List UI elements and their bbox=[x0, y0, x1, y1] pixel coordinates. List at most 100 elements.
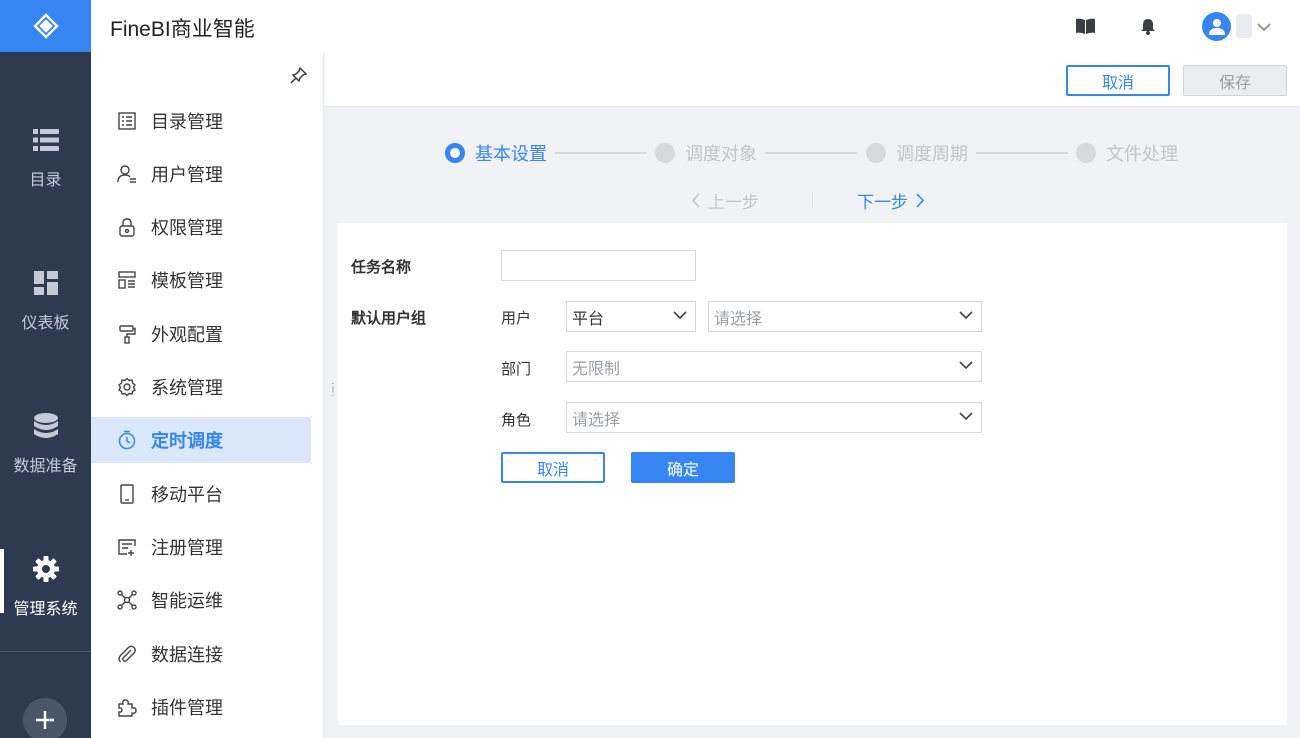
paint-roller-icon bbox=[119, 325, 136, 344]
step-1-label[interactable]: 基本设置 bbox=[475, 140, 547, 166]
next-step-button[interactable]: 下一步 bbox=[857, 188, 925, 213]
basic-settings-form: 任务名称 默认用户组 用户 平台 请选择 部门 无限制 角色 请选择 取消 确定 bbox=[338, 223, 1287, 725]
step-3-label[interactable]: 调度周期 bbox=[896, 140, 968, 166]
sidebar-item-system[interactable]: 系统管理 bbox=[91, 364, 311, 410]
sidebar-item-label: 外观配置 bbox=[151, 325, 223, 345]
chevron-down-icon[interactable] bbox=[1257, 19, 1271, 37]
sidebar-item-label: 定时调度 bbox=[151, 431, 223, 451]
rail-item-dashboard[interactable]: 仪表板 bbox=[0, 243, 91, 353]
sidebar-item-label: 移动平台 bbox=[151, 485, 223, 505]
cancel-button[interactable]: 取消 bbox=[1066, 65, 1170, 96]
prev-step-button[interactable]: 上一步 bbox=[691, 188, 759, 213]
puzzle-icon bbox=[118, 699, 137, 717]
save-button[interactable]: 保存 bbox=[1183, 65, 1287, 96]
dashboard-icon bbox=[33, 267, 58, 299]
avatar[interactable] bbox=[1202, 12, 1231, 41]
sidebar-item-catalog[interactable]: 目录管理 bbox=[91, 98, 311, 144]
department-label: 部门 bbox=[501, 361, 532, 378]
sidebar-item-label: 权限管理 bbox=[151, 218, 223, 238]
sidebar-item-scheduling[interactable]: 定时调度 bbox=[91, 417, 311, 463]
step-4-label[interactable]: 文件处理 bbox=[1106, 140, 1178, 166]
task-name-input[interactable] bbox=[501, 250, 696, 281]
sidebar-item-appearance[interactable]: 外观配置 bbox=[91, 311, 311, 357]
finebi-logo-icon bbox=[32, 13, 59, 39]
database-icon bbox=[33, 410, 59, 442]
step-1-indicator bbox=[445, 143, 465, 163]
task-name-label: 任务名称 bbox=[351, 259, 412, 276]
user-type-value: 平台 bbox=[572, 310, 605, 328]
app-logo[interactable] bbox=[0, 0, 91, 52]
user-icon bbox=[117, 165, 136, 183]
department-select-placeholder: 无限制 bbox=[572, 360, 621, 378]
sidebar-item-label: 插件管理 bbox=[151, 698, 223, 718]
default-user-group-label: 默认用户组 bbox=[351, 310, 427, 327]
sidebar-item-label: 智能运维 bbox=[151, 591, 223, 611]
mobile-icon bbox=[120, 484, 134, 504]
next-step-label: 下一步 bbox=[857, 193, 908, 212]
sidebar-item-ops[interactable]: 智能运维 bbox=[91, 577, 311, 623]
register-icon bbox=[118, 539, 136, 556]
content-toolbar: 取消 保存 bbox=[325, 52, 1300, 107]
sidebar-item-permissions[interactable]: 权限管理 bbox=[91, 204, 311, 250]
app-title: FineBI商业智能 bbox=[110, 18, 255, 41]
sidebar-item-data-connection[interactable]: 数据连接 bbox=[91, 631, 311, 677]
sidebar-item-registration[interactable]: 注册管理 bbox=[91, 524, 311, 570]
form-confirm-button[interactable]: 确定 bbox=[631, 452, 735, 483]
settings-icon bbox=[118, 377, 136, 397]
rail-item-label: 管理系统 bbox=[13, 601, 78, 618]
user-label: 用户 bbox=[501, 310, 532, 327]
user-select-placeholder: 请选择 bbox=[714, 310, 763, 328]
rail-divider bbox=[0, 651, 91, 652]
chevron-down-icon bbox=[959, 311, 973, 320]
sidebar-item-users[interactable]: 用户管理 bbox=[91, 151, 311, 197]
sidebar-item-plugins[interactable]: 插件管理 bbox=[91, 684, 311, 730]
role-select[interactable]: 请选择 bbox=[566, 402, 982, 433]
user-select[interactable]: 请选择 bbox=[708, 301, 982, 332]
timer-icon bbox=[118, 430, 136, 450]
rail-item-label: 目录 bbox=[29, 172, 62, 189]
rail-item-catalog[interactable]: 目录 bbox=[0, 100, 91, 210]
sidebar-item-label: 注册管理 bbox=[151, 538, 223, 558]
prev-step-label: 上一步 bbox=[708, 193, 759, 212]
main-rail: 目录 仪表板 数据准备 管理系统 bbox=[0, 0, 91, 738]
step-3-indicator bbox=[866, 143, 886, 163]
bell-icon[interactable] bbox=[1138, 16, 1158, 36]
department-select[interactable]: 无限制 bbox=[566, 351, 982, 382]
chevron-down-icon bbox=[959, 361, 973, 370]
chevron-down-icon bbox=[959, 412, 973, 421]
user-icon bbox=[1208, 19, 1225, 35]
username-redacted bbox=[1236, 14, 1252, 38]
step-connector bbox=[976, 152, 1068, 154]
step-connector bbox=[555, 152, 647, 154]
lock-icon bbox=[119, 218, 135, 237]
top-header: FineBI商业智能 bbox=[91, 0, 1300, 52]
admin-sidebar: 目录管理 用户管理 权限管理 模板管理 外观配置 系统管理 定时调度 移动平台 bbox=[91, 52, 324, 738]
sidebar-item-label: 用户管理 bbox=[151, 165, 223, 185]
catalog-icon bbox=[118, 112, 136, 130]
list-icon bbox=[32, 124, 59, 156]
form-cancel-button[interactable]: 取消 bbox=[501, 452, 605, 483]
pin-icon[interactable] bbox=[290, 66, 308, 89]
chevron-down-icon bbox=[673, 311, 687, 320]
step-2-label[interactable]: 调度对象 bbox=[685, 140, 757, 166]
sidebar-resize-handle[interactable]: ⋮ ⋮ bbox=[328, 383, 338, 398]
plus-icon bbox=[36, 711, 54, 729]
rail-item-data-prep[interactable]: 数据准备 bbox=[0, 386, 91, 496]
wizard-steps: 基本设置 调度对象 调度周期 文件处理 上一步 下一步 bbox=[325, 108, 1300, 223]
sidebar-item-mobile[interactable]: 移动平台 bbox=[91, 471, 311, 517]
step-connector bbox=[765, 152, 857, 154]
user-type-select[interactable]: 平台 bbox=[566, 301, 696, 332]
sidebar-item-label: 数据连接 bbox=[151, 645, 223, 665]
step-4-indicator bbox=[1076, 143, 1096, 163]
role-select-placeholder: 请选择 bbox=[572, 411, 621, 429]
add-button[interactable] bbox=[23, 698, 67, 738]
sidebar-item-label: 系统管理 bbox=[151, 378, 223, 398]
rail-item-admin[interactable]: 管理系统 bbox=[0, 529, 91, 639]
nav-divider bbox=[812, 192, 813, 208]
paperclip-icon bbox=[118, 645, 136, 663]
sidebar-item-templates[interactable]: 模板管理 bbox=[91, 257, 311, 303]
gear-icon bbox=[32, 553, 60, 585]
role-label: 角色 bbox=[501, 412, 532, 429]
sidebar-item-label: 模板管理 bbox=[151, 271, 223, 291]
help-book-icon[interactable] bbox=[1075, 16, 1095, 36]
